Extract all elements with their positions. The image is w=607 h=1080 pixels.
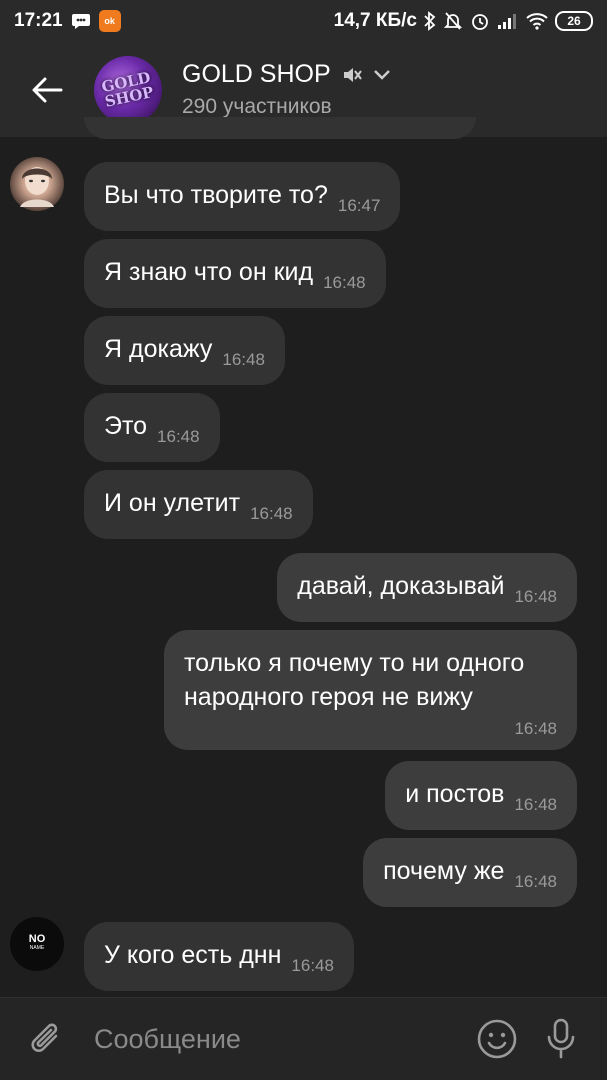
avatar-logo-subtext: NAME [29,945,45,951]
chevron-down-icon[interactable] [373,69,391,81]
previous-message-bubble [84,117,476,139]
signal-icon [497,12,519,30]
message-time: 16:48 [514,795,557,814]
mute-bell-icon [443,11,463,31]
message-bubble[interactable]: У кого есть днн 16:48 [84,922,354,991]
message-input[interactable] [94,1023,465,1055]
message-text-line: народного героя не вижу [184,683,473,711]
message-time: 16:48 [514,719,557,738]
chat-title: GOLD SHOP [182,60,331,88]
battery-indicator: 26 [555,11,593,31]
message-time: 16:48 [157,427,200,446]
own-message-bubble[interactable]: и постов 16:48 [385,761,577,830]
emoji-button[interactable] [465,1018,529,1060]
back-button[interactable] [0,42,94,137]
ok-app-icon: ok [98,10,121,32]
chat-title-block[interactable]: GOLD SHOP 290 участников [182,60,391,119]
message-text: И он улетит [104,489,241,517]
message-text: Это [104,412,148,440]
message-text-line: только я почему то ни одного [184,649,525,677]
bluetooth-icon [424,11,436,31]
sender-avatar[interactable]: NO NAME [10,917,64,971]
chat-notification-icon [71,12,91,30]
microphone-icon [547,1018,575,1059]
arrow-left-icon [32,77,63,102]
message-text: Я знаю что он кид [104,258,314,286]
message-text: и постов [405,780,505,808]
paperclip-icon [31,1023,58,1052]
message-time: 16:48 [323,273,366,292]
own-message-bubble[interactable]: почему же 16:48 [363,838,577,907]
message-time: 16:48 [514,587,557,606]
wifi-icon [526,12,548,30]
message-bubble[interactable]: Я знаю что он кид 16:48 [84,239,386,308]
group-avatar-logo: GOLD SHOP [100,67,156,111]
voice-record-button[interactable] [529,1017,593,1061]
message-time: 16:48 [222,350,265,369]
message-bubble[interactable]: Вы что творите то? 16:47 [84,162,401,231]
message-time: 16:47 [337,196,381,215]
own-message-bubble[interactable]: давай, доказывай 16:48 [277,553,577,622]
message-text: давай, доказывай [297,572,505,600]
message-text: У кого есть днн [104,941,282,969]
muted-speaker-icon [343,67,362,82]
member-count: 290 участников [182,95,332,118]
message-text: Я докажу [104,335,213,363]
status-bar: 17:21 ok 14,7 КБ/с 26 [0,0,607,42]
message-text: Вы что творите то? [104,181,328,209]
message-time: 16:48 [250,504,293,523]
network-speed: 14,7 КБ/с [333,10,417,31]
avatar-logo-text: NO [28,933,46,945]
message-bubble[interactable]: Это 16:48 [84,393,220,462]
attach-button[interactable] [0,1020,94,1058]
composer-bar [0,997,607,1080]
sender-avatar[interactable] [10,157,64,211]
message-text: почему же [383,857,505,885]
message-bubble[interactable]: Я докажу 16:48 [84,316,285,385]
smiley-icon [477,1019,517,1059]
message-bubble[interactable]: И он улетит 16:48 [84,470,313,539]
group-avatar[interactable]: GOLD SHOP [94,55,162,124]
clock: 17:21 [14,10,63,31]
message-list[interactable]: Вы что творите то? 16:47 Я знаю что он ки… [0,117,607,997]
alarm-icon [470,11,490,31]
message-time: 16:48 [514,872,557,891]
own-message-bubble[interactable]: только я почему то ни одного народного г… [164,630,577,750]
message-time: 16:48 [291,956,334,975]
